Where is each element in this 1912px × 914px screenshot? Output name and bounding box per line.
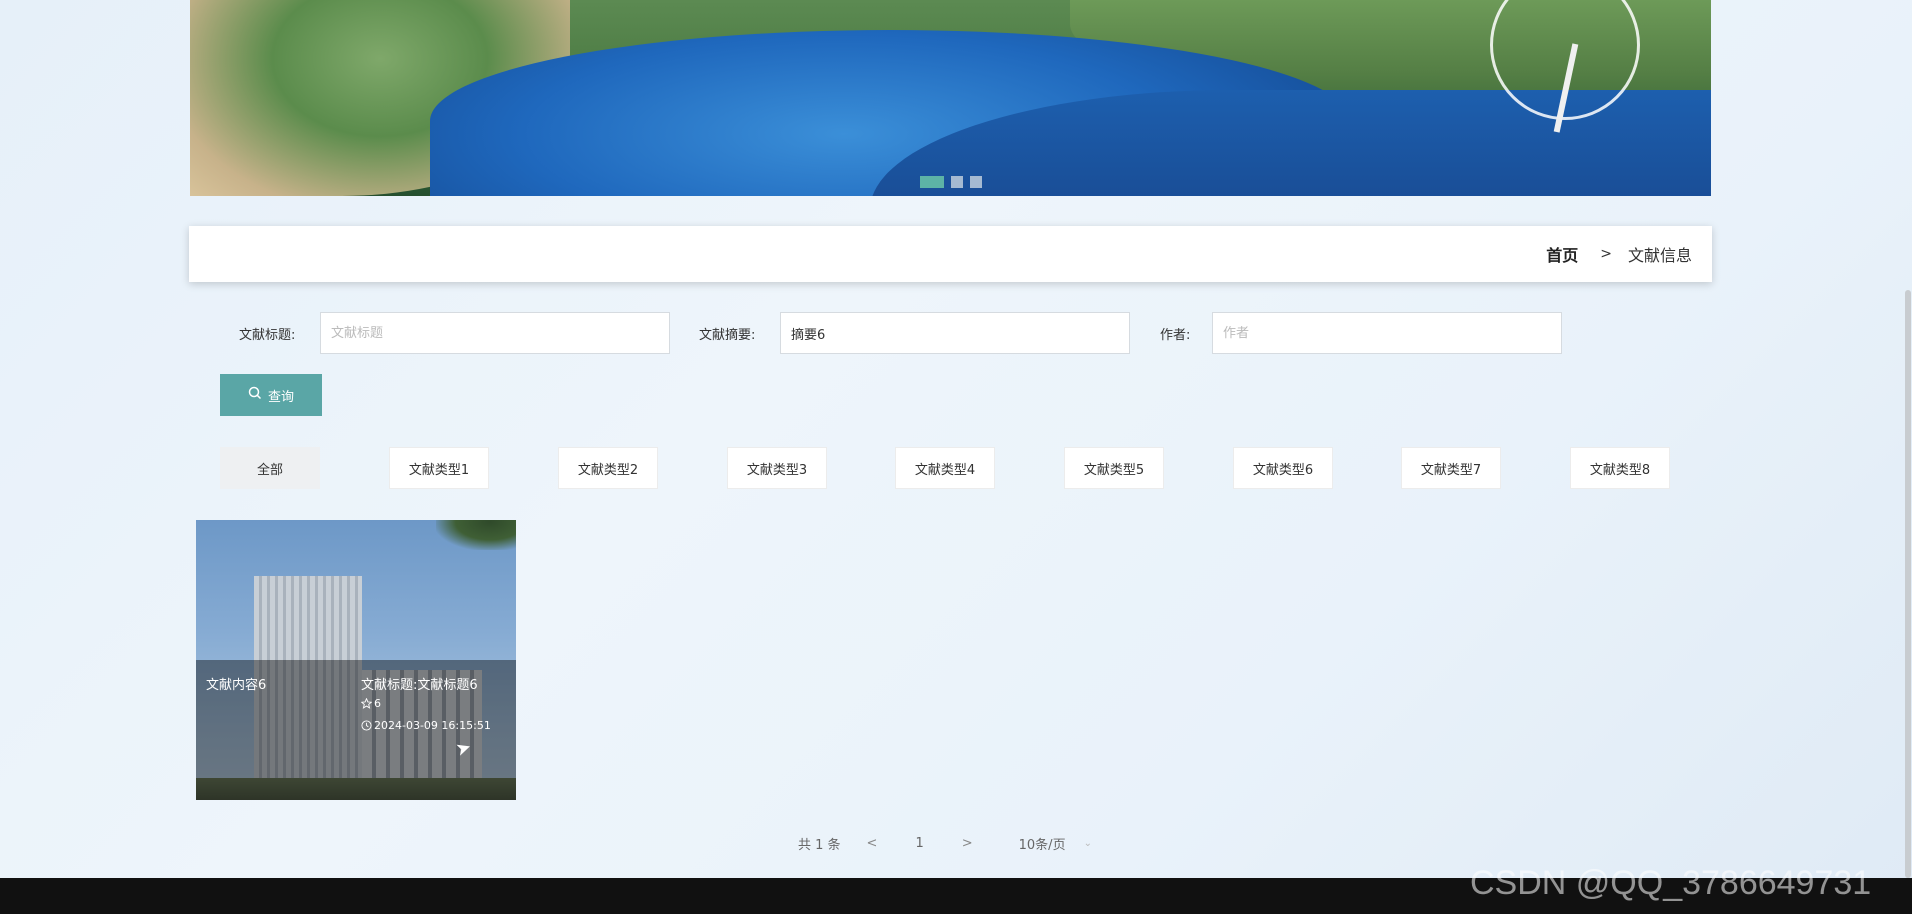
- tab-type-2[interactable]: 文献类型2: [558, 447, 658, 489]
- tab-type-6[interactable]: 文献类型6: [1233, 447, 1333, 489]
- card-favorites: 6: [361, 697, 381, 710]
- document-card[interactable]: 文献内容6 文献标题:文献标题6 6 2024-03-09 16:15:51 ➤: [196, 520, 516, 800]
- abstract-input[interactable]: [780, 312, 1130, 354]
- card-time: 2024-03-09 16:15:51: [361, 719, 491, 732]
- breadcrumb-separator: >: [1600, 246, 1612, 262]
- page: 首页 > 文献信息 文献标题: 文献摘要: 作者: 查询 全部 文献类型1 文献…: [0, 0, 1912, 878]
- author-label: 作者:: [1160, 328, 1191, 343]
- pagination-prev[interactable]: <: [867, 836, 878, 851]
- tab-type-1[interactable]: 文献类型1: [389, 447, 489, 489]
- star-icon: [361, 698, 372, 709]
- tab-all[interactable]: 全部: [220, 447, 320, 489]
- abstract-label: 文献摘要:: [699, 328, 756, 343]
- tab-type-3[interactable]: 文献类型3: [727, 447, 827, 489]
- title-label: 文献标题:: [239, 328, 296, 343]
- search-icon: [248, 386, 262, 404]
- breadcrumb: 首页 > 文献信息: [189, 226, 1712, 282]
- query-button[interactable]: 查询: [220, 374, 322, 416]
- carousel-indicators: [190, 176, 1711, 188]
- query-button-label: 查询: [267, 389, 294, 405]
- carousel-dot-3[interactable]: [969, 176, 982, 188]
- pagination-next[interactable]: >: [962, 836, 973, 851]
- carousel-dot-2[interactable]: [950, 176, 963, 188]
- page-size-select[interactable]: 10条/页 ⌄: [1019, 834, 1092, 853]
- banner-carousel[interactable]: [190, 0, 1711, 196]
- tab-type-8[interactable]: 文献类型8: [1570, 447, 1670, 489]
- tab-type-4[interactable]: 文献类型4: [895, 447, 995, 489]
- tab-type-7[interactable]: 文献类型7: [1401, 447, 1501, 489]
- page-scrollbar[interactable]: [1903, 0, 1912, 878]
- tab-type-5[interactable]: 文献类型5: [1064, 447, 1164, 489]
- breadcrumb-home[interactable]: 首页: [1546, 242, 1578, 266]
- card-time-value: 2024-03-09 16:15:51: [374, 719, 491, 732]
- card-content: 文献内容6: [206, 678, 267, 693]
- author-input[interactable]: [1212, 312, 1562, 354]
- pagination: 共 1 条 < 1 > 10条/页 ⌄: [798, 834, 1092, 853]
- pagination-page-1[interactable]: 1: [915, 836, 923, 851]
- page-size-label: 10条/页: [1018, 838, 1066, 853]
- watermark: CSDN @QQ_3786649731: [1470, 864, 1872, 902]
- pagination-total: 共 1 条: [798, 838, 841, 853]
- breadcrumb-current: 文献信息: [1627, 246, 1692, 265]
- carousel-dot-1[interactable]: [919, 176, 944, 188]
- card-title: 文献标题:文献标题6: [361, 678, 478, 693]
- chevron-down-icon: ⌄: [1083, 838, 1092, 849]
- card-favorites-count: 6: [374, 697, 381, 710]
- scrollbar-thumb[interactable]: [1905, 290, 1911, 878]
- title-input[interactable]: [320, 312, 670, 354]
- clock-icon: [361, 720, 372, 731]
- card-tree-graphic: [436, 520, 516, 550]
